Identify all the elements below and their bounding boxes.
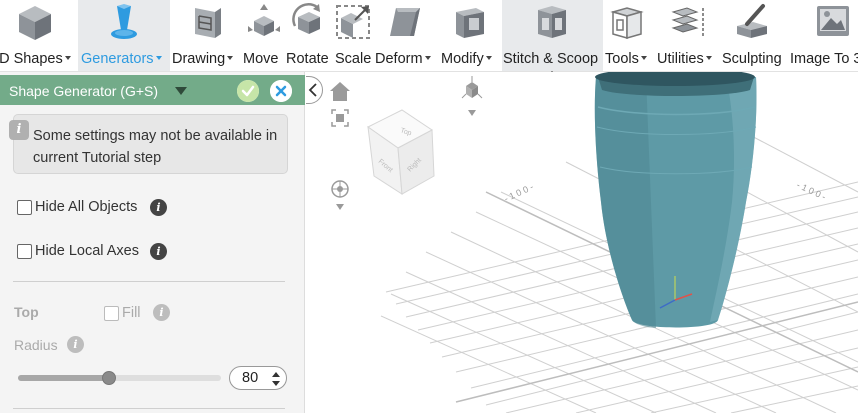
shape-generator-panel: Shape Generator (G+S) i Some settings ma…: [0, 72, 305, 413]
chevron-down-icon: [227, 56, 234, 60]
toolbar-tools[interactable]: Tools: [603, 0, 655, 71]
toolbar-scale[interactable]: Scale: [332, 0, 374, 71]
chevron-left-icon: [308, 83, 317, 97]
radius-input[interactable]: 80: [229, 366, 287, 390]
help-icon[interactable]: i: [153, 304, 170, 321]
toolbar-label: Rotate: [286, 51, 329, 67]
toolbar-image-to-3d[interactable]: Image To 3D: [787, 0, 858, 71]
radius-value: 80: [242, 370, 259, 386]
hide-all-objects-checkbox[interactable]: [17, 200, 32, 215]
chevron-down-icon: [705, 56, 712, 60]
toolbar-label: Drawing: [172, 51, 226, 67]
perspective-icon[interactable]: [461, 76, 483, 116]
close-button[interactable]: [270, 80, 292, 102]
view-cube[interactable]: Top Front Right: [367, 109, 435, 195]
info-message: Some settings may not be available in cu…: [33, 128, 278, 166]
tools-icon: [610, 7, 644, 39]
radius-slider-fill: [18, 375, 110, 381]
radius-slider[interactable]: [18, 371, 221, 385]
toolbar-stitch-scoop[interactable]: Stitch & Scoop: [502, 0, 603, 71]
panel-header: Shape Generator (G+S): [0, 75, 305, 105]
divider: [13, 408, 285, 409]
apply-button[interactable]: [237, 80, 259, 102]
caret-down-icon[interactable]: [175, 87, 187, 95]
help-icon[interactable]: i: [67, 336, 84, 353]
chevron-down-icon: [64, 56, 71, 60]
radius-slider-thumb[interactable]: [102, 371, 117, 385]
help-icon[interactable]: i: [150, 243, 167, 260]
toolbar-label: Scale: [335, 51, 372, 67]
3d-viewport[interactable]: - 1 0 0 - - 1 0 0 - Top Front Right: [306, 72, 858, 413]
chevron-down-icon: [424, 56, 431, 60]
toolbar-label: Modify: [441, 51, 484, 67]
divider: [13, 281, 285, 282]
scale-icon: [336, 5, 370, 39]
toolbar-label: Image To 3D: [790, 51, 858, 67]
info-box: i Some settings may not be available in …: [9, 114, 288, 174]
radius-label: Radius: [14, 337, 58, 353]
image-to-3d-icon: [817, 6, 849, 36]
viewport-canvas[interactable]: - 1 0 0 - - 1 0 0 - Top Front Right: [306, 72, 858, 413]
chevron-down-icon: [640, 56, 647, 60]
hide-all-objects-label: Hide All Objects: [35, 199, 138, 215]
toolbar-drawing[interactable]: Drawing: [170, 0, 242, 71]
stitch-scoop-icon: [538, 6, 566, 38]
grid-label: - 1 0 0 -: [795, 180, 827, 202]
toolbar-generators[interactable]: Generators: [78, 0, 170, 71]
toolbar-label: Deform: [375, 51, 423, 67]
cube-icon: [19, 6, 51, 40]
top-label: Top: [14, 304, 39, 320]
fill-checkbox[interactable]: [104, 306, 119, 321]
toolbar-label: Tools: [605, 51, 639, 67]
toolbar-label: Sculpting: [722, 51, 782, 67]
move-icon: [248, 4, 280, 36]
chevron-down-icon: [155, 56, 162, 60]
toolbar-utilities[interactable]: Utilities: [655, 0, 721, 71]
toolbar-move[interactable]: Move: [242, 0, 286, 71]
generator-icon: [111, 4, 137, 39]
fit-view-icon[interactable]: [331, 109, 349, 127]
camera-view-icon[interactable]: [331, 180, 349, 210]
toolbar-label: Generators: [81, 51, 154, 67]
fill-label: Fill: [122, 305, 141, 321]
hide-local-axes-checkbox[interactable]: [17, 244, 32, 259]
toolbar-deform[interactable]: Deform: [374, 0, 438, 71]
home-icon[interactable]: [330, 82, 350, 101]
toolbar-label: Utilities: [657, 51, 704, 67]
deform-icon: [390, 8, 420, 36]
utilities-icon: [671, 7, 704, 36]
close-icon: [270, 80, 292, 102]
main-toolbar: 3D Shapes Generators Drawing M: [0, 0, 858, 72]
check-icon: [237, 80, 259, 102]
toolbar-modify[interactable]: Modify: [438, 0, 502, 71]
spinner-arrows-icon[interactable]: [272, 372, 280, 386]
toolbar-3d-shapes[interactable]: 3D Shapes: [0, 0, 78, 71]
modify-icon: [456, 8, 484, 38]
hide-local-axes-label: Hide Local Axes: [35, 243, 139, 259]
info-icon: i: [9, 120, 29, 140]
chevron-down-icon: [485, 56, 492, 60]
sculpting-icon: [737, 4, 767, 38]
drawing-icon: [195, 8, 221, 38]
toolbar-label: Move: [243, 51, 279, 67]
toolbar-sculpting[interactable]: Sculpting: [721, 0, 787, 71]
toolbar-label: 3D Shapes: [0, 51, 63, 67]
collapse-panel-button[interactable]: [306, 76, 323, 104]
panel-title: Shape Generator (G+S): [9, 83, 159, 99]
rotate-icon: [292, 3, 320, 34]
help-icon[interactable]: i: [150, 199, 167, 216]
toolbar-label: Stitch & Scoop: [503, 51, 599, 67]
toolbar-rotate[interactable]: Rotate: [286, 0, 332, 71]
